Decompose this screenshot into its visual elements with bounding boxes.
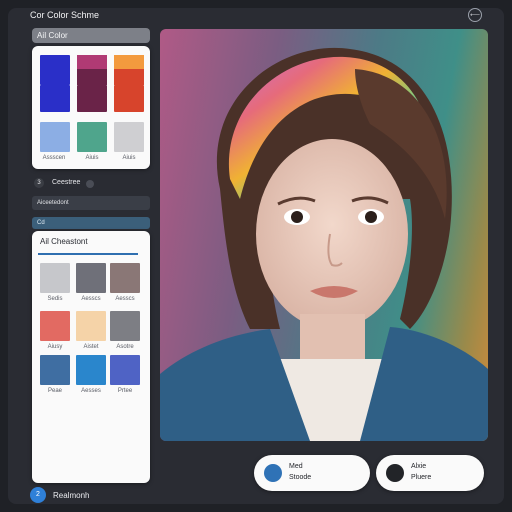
card-title: Ail Cheastont <box>40 237 88 246</box>
portrait-illustration <box>160 47 488 441</box>
swatch[interactable] <box>40 311 70 341</box>
swatch[interactable] <box>110 355 140 385</box>
step-label: Realmonh <box>53 491 90 500</box>
step-badge: 2 <box>30 487 46 503</box>
exit-icon[interactable]: ⟵ <box>468 8 482 22</box>
exit-glyph: ⟵ <box>469 12 481 19</box>
chip-title: Alxie <box>411 463 427 470</box>
swatch-label: Aiuis <box>122 155 136 161</box>
swatch-teal[interactable] <box>77 122 107 152</box>
swatch[interactable] <box>40 355 70 385</box>
swatch[interactable] <box>76 263 106 293</box>
chip-swatch <box>264 464 282 482</box>
row-label: Ceestree <box>52 179 81 186</box>
palette-card-2: Ail Cheastont Sedis Aesscs Aesscs Aiusy … <box>32 231 150 483</box>
app-title: Cor Color Schme <box>30 10 100 20</box>
swatch[interactable] <box>110 311 140 341</box>
swatch-light-gray[interactable] <box>114 122 144 152</box>
swatch-label: Prtee <box>117 388 133 394</box>
palette-card: Assscen Aiuis Aiuis <box>32 46 150 169</box>
swatch-label: Aiusy <box>47 344 63 350</box>
option-bar[interactable]: Aiceetedont <box>32 196 150 210</box>
toggle-dot[interactable] <box>86 180 94 188</box>
color-chip[interactable]: Alxie Pluere <box>376 455 484 491</box>
ai-color-tab[interactable]: AiI Color <box>32 28 150 43</box>
swatch-blue-tall <box>40 85 70 112</box>
chip-title: Med <box>289 463 303 470</box>
swatch-magenta[interactable] <box>77 55 107 85</box>
swatch-label: Aiuis <box>85 155 99 161</box>
swatch-label: Aesscs <box>115 296 135 302</box>
swatch[interactable] <box>40 263 70 293</box>
step-badge: 3 <box>34 178 44 188</box>
color-chip[interactable]: Med Stoode <box>254 455 370 491</box>
swatch-orange-top <box>114 55 144 69</box>
swatch-plum-tall <box>77 85 107 112</box>
chip-subtitle: Stoode <box>289 474 312 481</box>
divider <box>38 253 138 255</box>
swatch-label: Sedis <box>47 296 63 302</box>
swatch-red-tall <box>114 85 144 112</box>
swatch-label: Peae <box>47 388 62 394</box>
swatch-orange-bottom <box>114 68 144 85</box>
swatch-orange[interactable] <box>114 55 144 85</box>
swatch-magenta-bottom <box>77 68 107 85</box>
swatch-label: Assscen <box>42 155 66 161</box>
swatch[interactable] <box>76 311 106 341</box>
swatch[interactable] <box>76 355 106 385</box>
portrait-preview <box>160 29 488 441</box>
swatch[interactable] <box>110 263 140 293</box>
chip-subtitle: Pluere <box>411 474 432 481</box>
swatch-magenta-top <box>77 55 107 69</box>
option-bar-selected[interactable]: Cd <box>32 217 150 229</box>
chip-swatch <box>386 464 404 482</box>
swatch-light-blue[interactable] <box>40 122 70 152</box>
swatch-blue[interactable] <box>40 55 70 85</box>
swatch-label: Asotre <box>116 344 134 350</box>
